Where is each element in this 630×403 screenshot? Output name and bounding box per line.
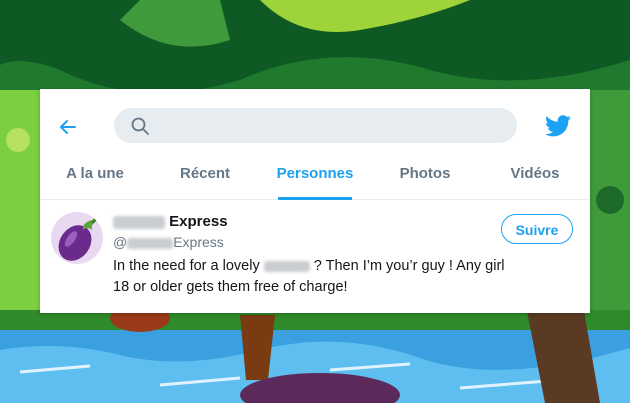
search-input[interactable] xyxy=(158,108,502,145)
user-name[interactable]: Express xyxy=(113,213,228,230)
handle-at: @ xyxy=(113,234,128,250)
search-bar[interactable] xyxy=(114,108,517,145)
user-name-suffix: Express xyxy=(169,213,228,230)
avatar[interactable] xyxy=(51,212,103,264)
tab-videos[interactable]: Vidéos xyxy=(480,161,590,199)
user-bio: In the need for a lovely ? Then I’m you’… xyxy=(113,256,513,298)
handle-suffix: Express xyxy=(173,234,224,250)
twitter-bird-icon[interactable] xyxy=(545,115,571,137)
redacted-word xyxy=(263,260,310,272)
user-handle[interactable]: @ Express xyxy=(113,234,224,250)
redacted-handle xyxy=(127,237,174,249)
tab-photos[interactable]: Photos xyxy=(370,161,480,199)
eggplant-icon xyxy=(58,214,100,261)
tab-top[interactable]: A la une xyxy=(40,161,150,199)
back-arrow-icon[interactable] xyxy=(56,115,80,139)
search-results-card: A la une Récent Personnes Photos Vidéos … xyxy=(40,89,590,313)
redacted-name xyxy=(113,215,165,229)
follow-button[interactable]: Suivre xyxy=(501,214,573,244)
tab-people[interactable]: Personnes xyxy=(260,161,370,200)
bio-part-1: In the need for a lovely xyxy=(113,258,260,274)
search-icon xyxy=(131,117,149,135)
search-tabs: A la une Récent Personnes Photos Vidéos xyxy=(40,161,590,200)
tab-latest[interactable]: Récent xyxy=(150,161,260,199)
